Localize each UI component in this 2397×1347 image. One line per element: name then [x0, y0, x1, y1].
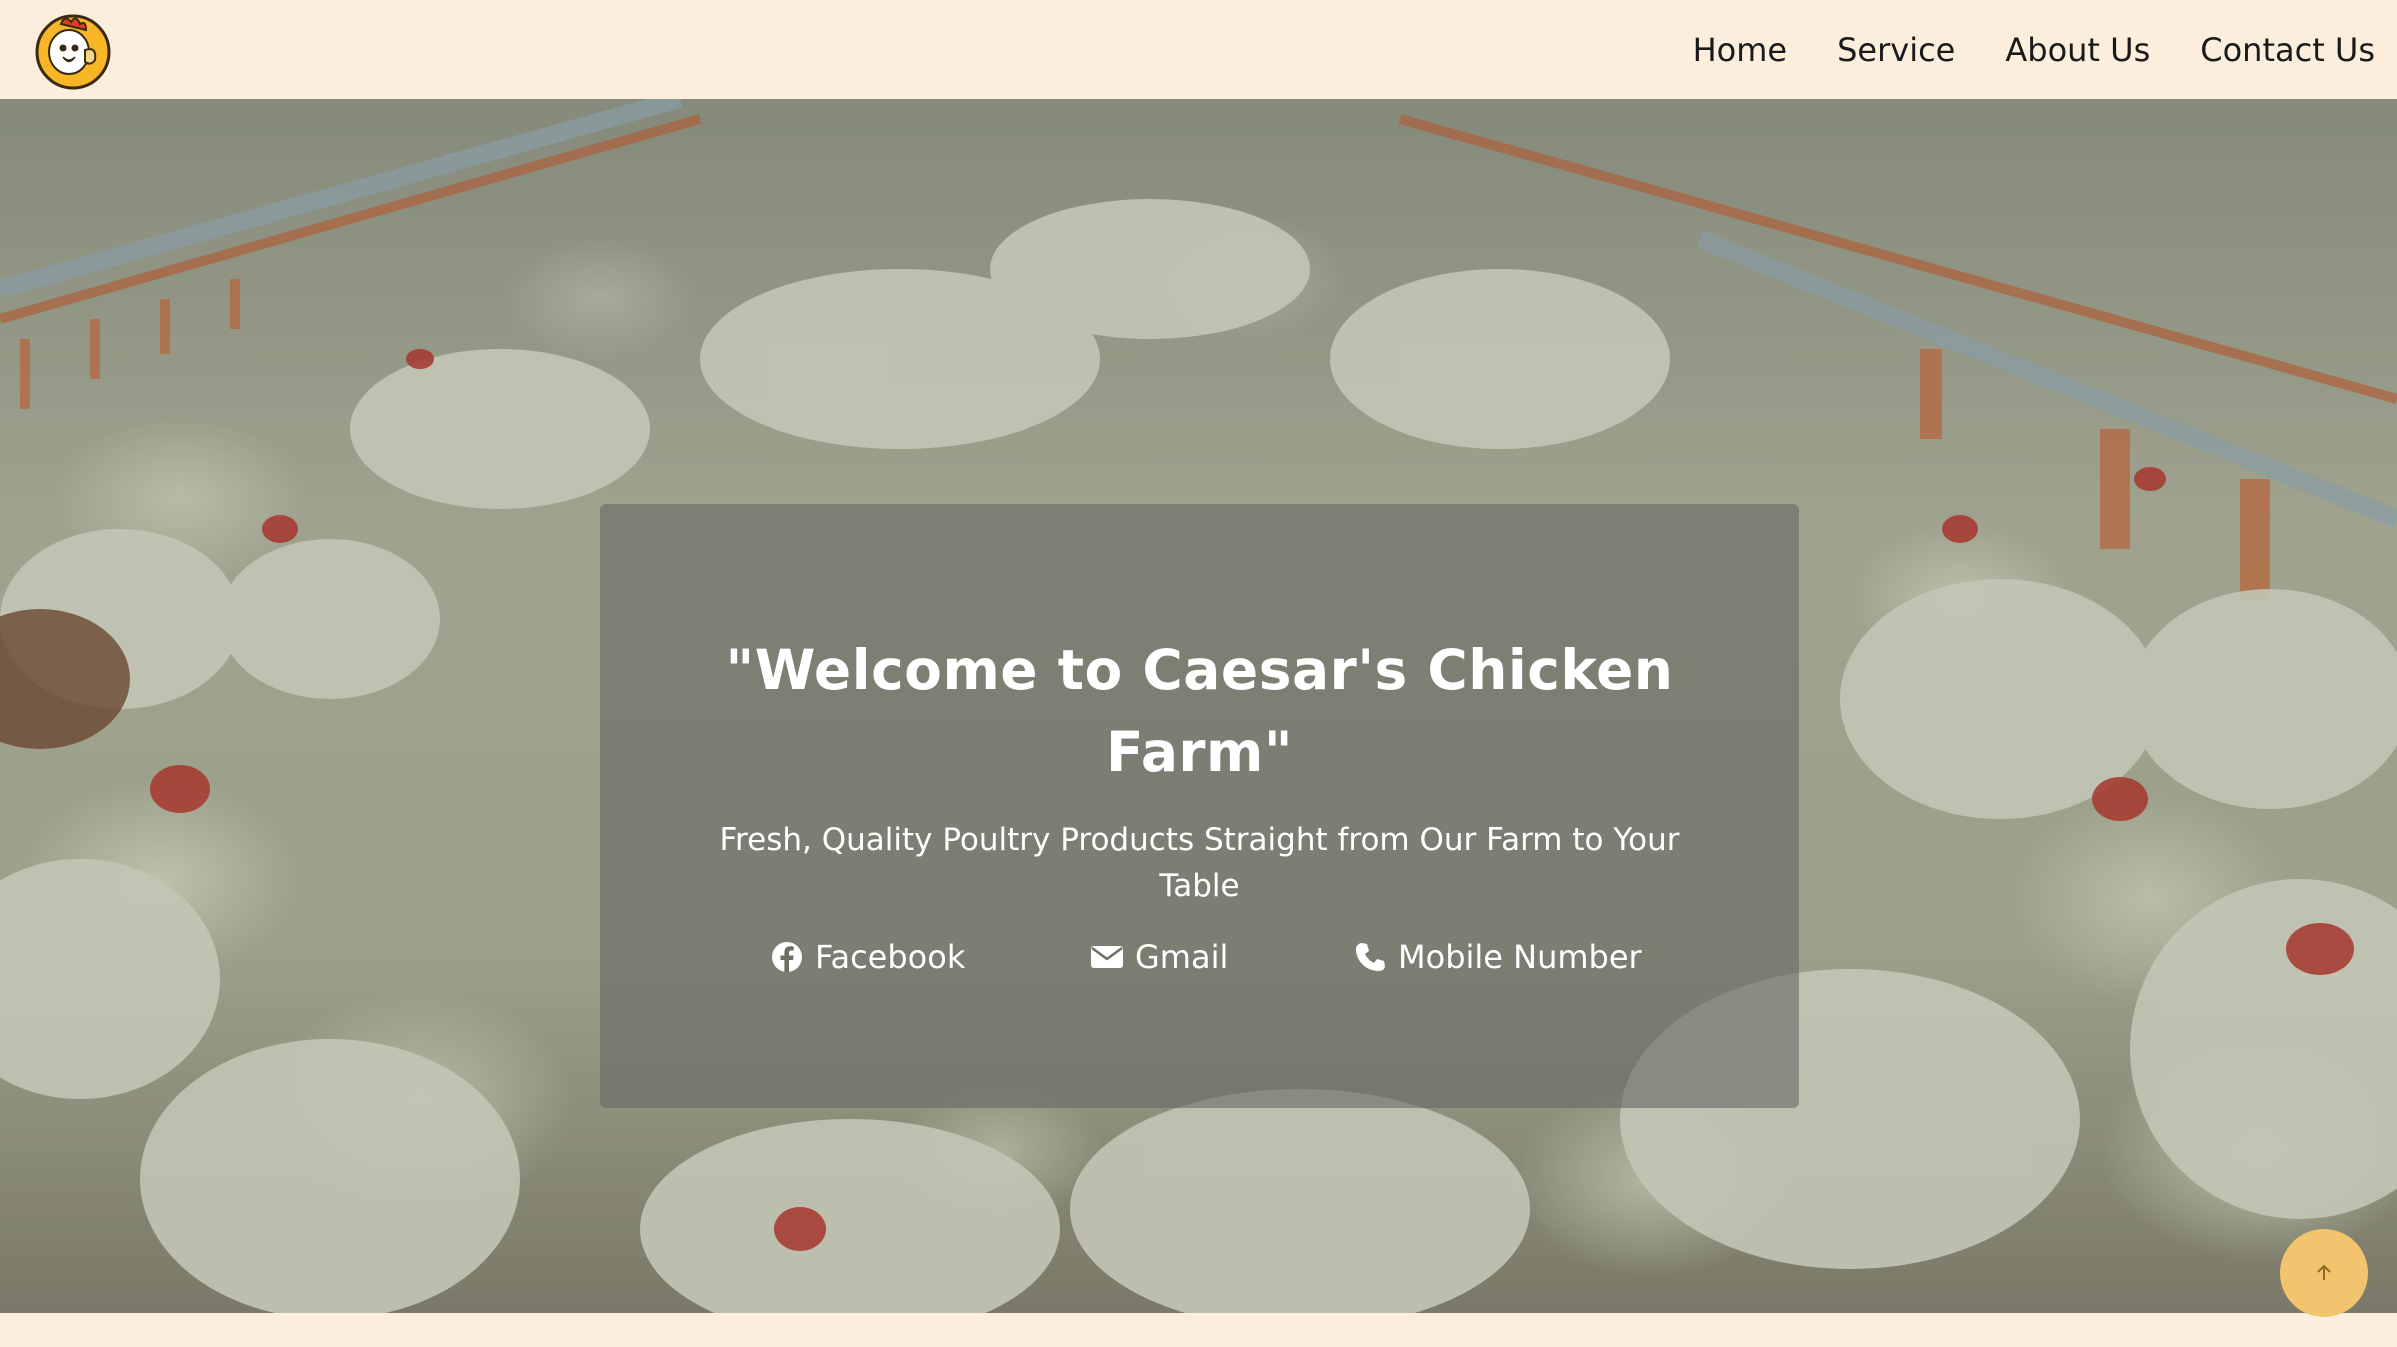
chicken-logo-icon[interactable] — [33, 10, 113, 90]
main-nav: Home Service About Us Contact Us — [1643, 0, 2375, 99]
mail-icon — [1091, 946, 1123, 968]
hero-title: "Welcome to Caesar's Chicken Farm" — [725, 638, 1674, 784]
facebook-link[interactable]: Facebook — [771, 938, 965, 976]
gmail-link[interactable]: Gmail — [1091, 938, 1228, 976]
hero-subtitle: Fresh, Quality Poultry Products Straight… — [719, 822, 1680, 904]
contact-links: Facebook Gmail Mobile Number — [600, 938, 1799, 988]
gmail-label: Gmail — [1135, 938, 1229, 976]
welcome-card: "Welcome to Caesar's Chicken Farm" Fresh… — [600, 504, 1799, 1108]
mobile-number-label: Mobile Number — [1398, 938, 1642, 976]
site-header: Home Service About Us Contact Us — [0, 0, 2397, 99]
phone-icon — [1356, 943, 1385, 971]
nav-contact-us[interactable]: Contact Us — [2200, 31, 2375, 69]
arrow-up-icon — [2317, 1264, 2331, 1280]
mobile-number-link[interactable]: Mobile Number — [1354, 938, 1642, 976]
nav-about-us[interactable]: About Us — [2005, 31, 2150, 69]
scroll-to-top-button[interactable] — [2280, 1229, 2368, 1317]
nav-home[interactable]: Home — [1693, 31, 1788, 69]
page-bottom-strip — [0, 1313, 2397, 1347]
facebook-label: Facebook — [815, 938, 966, 976]
hero-section: "Welcome to Caesar's Chicken Farm" Fresh… — [0, 99, 2397, 1313]
nav-service[interactable]: Service — [1837, 31, 1955, 69]
facebook-icon — [772, 942, 802, 972]
